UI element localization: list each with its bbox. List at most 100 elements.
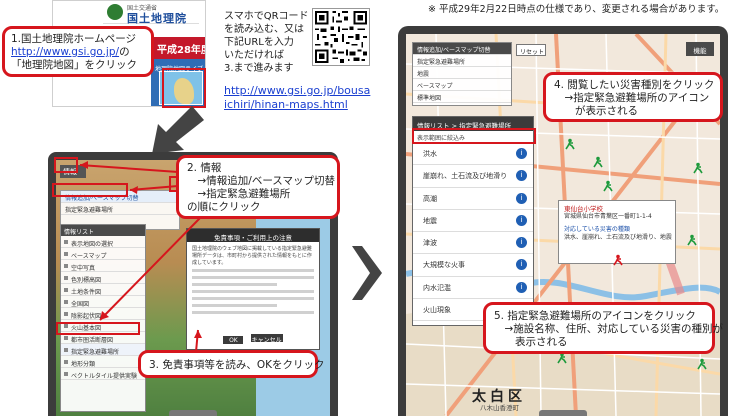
disaster-type-item[interactable]: 地震 i	[413, 210, 533, 233]
dialog-buttons: OK キャンセル	[187, 333, 319, 345]
menu-row[interactable]: ベースマップ	[413, 79, 511, 91]
home-bar[interactable]	[169, 410, 217, 416]
year-banner: 平成28年度	[151, 37, 205, 59]
url-line: http://www.gsi.go.jp/bousa	[224, 84, 371, 97]
disaster-type-label: 洪水	[423, 150, 437, 158]
step4-line: が表示される	[554, 105, 638, 117]
evacuation-site-icon[interactable]	[696, 358, 708, 370]
step2-line: →指定緊急避難場所	[187, 188, 291, 200]
info-icon[interactable]: i	[516, 237, 527, 249]
function-button[interactable]: 機能	[686, 42, 714, 56]
dialog-text: 国土地理院のウェブ地図に掲載している指定緊急避難場所データは、市町村から提供され…	[192, 246, 312, 266]
disaster-types-value: 洪水、崖崩れ、土石流及び地滑り、地震	[564, 234, 672, 241]
step5-callout: 5. 指定緊急避難場所のアイコンをクリック →施設名称、住所、対応している災害の…	[483, 302, 723, 354]
qr-line: 下記URLを入力	[224, 37, 294, 48]
qr-code-icon[interactable]	[312, 8, 370, 66]
info-icon[interactable]: i	[516, 192, 527, 204]
disaster-type-label: 火山現象	[423, 306, 451, 315]
disaster-type-label: 大規模な火事	[423, 261, 465, 270]
reset-button[interactable]: リセット	[516, 44, 546, 56]
info-icon[interactable]: i	[516, 214, 527, 226]
list-item[interactable]: ベクトルタイル提供実験	[61, 368, 145, 380]
highlight-disaster-list	[412, 128, 536, 144]
text-line	[192, 297, 314, 300]
list-item[interactable]: 全国図	[61, 296, 145, 308]
url-line: ichiri/hinan-maps.html	[224, 98, 348, 111]
disaster-type-item[interactable]: 大規模な火事 i	[413, 254, 533, 277]
qr-line: スマホでQRコード	[224, 11, 309, 22]
step1-text: 1.国土地理院ホームページ	[11, 33, 136, 45]
qr-line: を読み込む、又は	[224, 24, 304, 35]
highlight-add-info	[52, 183, 128, 197]
facility-address: 宮城県仙台市青葉区一番町1-1-4	[564, 213, 652, 220]
arrow-down-left-icon	[152, 106, 204, 154]
step5-line: 表示される	[494, 336, 568, 348]
step4-line: 4. 閲覧したい災害種別をクリック	[554, 79, 715, 91]
disaster-type-item[interactable]: 洪水 i	[413, 143, 533, 166]
highlight-info-button	[54, 157, 78, 173]
dialog-body: 国土地理院のウェブ地図に掲載している指定緊急避難場所データは、市町村から提供され…	[187, 242, 319, 322]
info-icon[interactable]: i	[516, 170, 527, 182]
list-item[interactable]: 空中写真	[61, 260, 145, 272]
text-line	[192, 304, 278, 307]
list-item[interactable]: 土地条件図	[61, 284, 145, 296]
arrow-right-icon	[352, 246, 382, 300]
step4-line: →指定緊急避難場所のアイコン	[554, 92, 710, 104]
list-item[interactable]: 色別標高図	[61, 272, 145, 284]
step3-callout: 3. 免責事項等を読み、OKをクリック	[138, 350, 325, 378]
home-bar[interactable]	[539, 410, 587, 416]
disaster-type-item[interactable]: 崖崩れ、土石流及び地滑り i	[413, 165, 533, 188]
list-item[interactable]: 地形分類	[61, 356, 145, 368]
ok-button[interactable]: OK	[222, 335, 245, 345]
evacuation-site-icon[interactable]	[592, 156, 604, 168]
info-icon[interactable]: i	[516, 148, 527, 159]
step2-line: の順にクリック	[187, 201, 261, 213]
selected-evacuation-site-icon[interactable]	[612, 254, 624, 266]
town-label: 八木山香澄町	[480, 404, 519, 412]
disaster-type-item[interactable]: 津波 i	[413, 232, 533, 255]
list-item-evacuation-site[interactable]: 指定緊急避難場所	[61, 344, 145, 356]
menu-row[interactable]: 地震	[413, 67, 511, 79]
menu-row[interactable]: 標準地図	[413, 91, 511, 103]
menu-row[interactable]: 指定緊急避難場所	[413, 55, 511, 67]
menu-row[interactable]: 情報追加/ベースマップ切替	[413, 43, 511, 55]
cancel-button[interactable]: キャンセル	[249, 333, 284, 344]
hinan-maps-url-link[interactable]: http://www.gsi.go.jp/bousa ichiri/hinan-…	[224, 84, 370, 112]
menu-item-evacuation-site[interactable]: 指定緊急避難場所	[61, 203, 179, 215]
disaster-type-label: 高潮	[423, 194, 437, 203]
info-list-panel: 情報リスト 表示地図の選択 ベースマップ 空中写真 色別標高図 土地条件図 全国…	[60, 224, 146, 412]
disaster-type-label: 内水氾濫	[423, 283, 451, 292]
text-line	[192, 311, 314, 314]
disaster-type-item[interactable]: 内水氾濫 i	[413, 277, 533, 300]
qr-instructions: スマホでQRコード を読み込む、又は 下記URLを入力 いただければ 3.まで進…	[224, 10, 310, 75]
list-item[interactable]: ベースマップ	[61, 248, 145, 260]
disaster-type-label: 地震	[423, 216, 437, 225]
qr-line: いただければ	[224, 50, 284, 61]
disaster-type-item[interactable]: 高潮 i	[413, 188, 533, 210]
info-icon[interactable]: i	[516, 259, 527, 271]
step4-callout: 4. 閲覧したい災害種別をクリック →指定緊急避難場所のアイコン が表示される	[543, 72, 723, 122]
evacuation-site-icon[interactable]	[564, 138, 576, 150]
step5-line: →施設名称、住所、対応している災害の種別が	[494, 323, 723, 335]
step2-line: 2. 情報	[187, 162, 222, 174]
info-list-header: 情報リスト	[61, 225, 145, 236]
dialog-title: 免責事項・ご利用上の注意	[187, 229, 319, 242]
text-line	[192, 269, 314, 272]
gsi-url-link[interactable]: http://www.gsi.go.jp/	[11, 46, 119, 58]
disaster-type-label: 津波	[423, 239, 437, 248]
step2-line: →情報追加/ベースマップ切替	[187, 175, 335, 187]
highlight-evacuation-item	[56, 322, 140, 335]
list-item[interactable]: 陰影起伏図	[61, 308, 145, 320]
evacuation-site-icon[interactable]	[602, 180, 614, 192]
evacuation-site-icon[interactable]	[686, 234, 698, 246]
disaster-types-label: 対応している災害の種類	[564, 226, 630, 233]
evacuation-site-icon[interactable]	[692, 162, 704, 174]
info-menu: 情報追加/ベースマップ切替 指定緊急避難場所 地震 ベースマップ 標準地図	[412, 42, 512, 106]
list-item[interactable]: 表示地図の選択	[61, 236, 145, 248]
text-line	[192, 290, 314, 293]
disaster-type-label: 崖崩れ、土石流及び地滑り	[423, 172, 508, 181]
disaster-type-list: 情報リスト > 指定緊急避難場所 表示範囲に絞込み 洪水 i 崖崩れ、土石流及び地…	[412, 116, 534, 326]
info-icon[interactable]: i	[516, 281, 527, 293]
step2-callout: 2. 情報 →情報追加/ベースマップ切替 →指定緊急避難場所 の順にクリック	[176, 155, 340, 219]
disclaimer-dialog: 免責事項・ご利用上の注意 国土地理院のウェブ地図に掲載している指定緊急避難場所デ…	[186, 228, 320, 350]
